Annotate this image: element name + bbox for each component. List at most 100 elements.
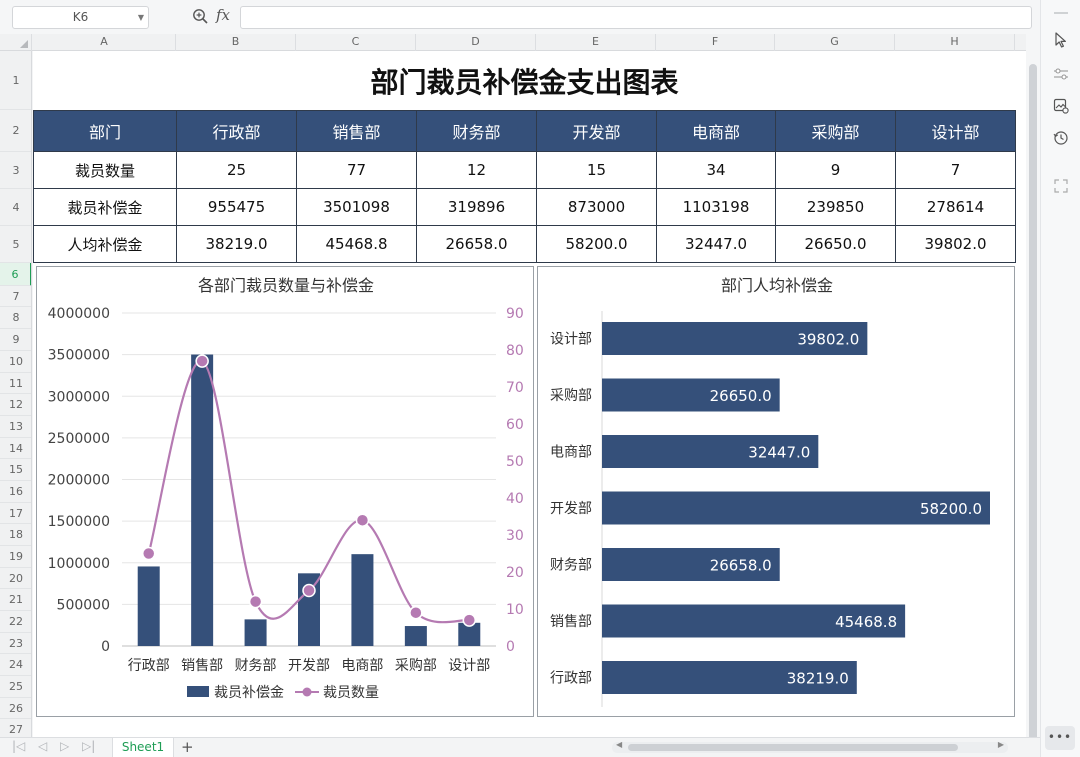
horizontal-scroll-thumb[interactable] — [628, 744, 958, 751]
row-header[interactable]: 15 — [0, 459, 31, 481]
scroll-left-icon[interactable]: ◀ — [616, 740, 622, 749]
history-icon[interactable] — [1053, 130, 1069, 146]
table-cell[interactable]: 319896 — [416, 188, 537, 226]
panel-handle-icon — [1054, 12, 1068, 14]
row-header[interactable]: 21 — [0, 589, 31, 611]
last-sheet-icon[interactable]: ▷| — [82, 739, 95, 753]
sheet-area[interactable]: 部门裁员补偿金支出图表 部门 行政部 销售部 财务部 开发部 电商部 采购部 设… — [33, 51, 1026, 737]
row-header[interactable]: 14 — [0, 438, 31, 459]
table-cell[interactable]: 39802.0 — [895, 225, 1016, 263]
column-header-b[interactable]: B — [176, 34, 296, 51]
row-header[interactable]: 3 — [0, 152, 31, 189]
table-header-cell[interactable]: 销售部 — [296, 110, 417, 152]
row-header[interactable]: 13 — [0, 416, 31, 438]
table-cell[interactable]: 裁员补偿金 — [33, 188, 177, 226]
table-cell[interactable]: 32447.0 — [656, 225, 776, 263]
table-cell[interactable]: 955475 — [176, 188, 297, 226]
table-cell[interactable]: 人均补偿金 — [33, 225, 177, 263]
table-cell[interactable]: 77 — [296, 151, 417, 189]
formula-input[interactable] — [240, 6, 1032, 29]
table-cell[interactable]: 1103198 — [656, 188, 776, 226]
row-header[interactable]: 8 — [0, 307, 31, 329]
image-settings-icon[interactable] — [1053, 98, 1069, 114]
row-header[interactable]: 20 — [0, 568, 31, 589]
row-header[interactable]: 12 — [0, 394, 31, 416]
name-box[interactable]: K6 ▼ — [12, 6, 149, 29]
table-cell[interactable]: 45468.8 — [296, 225, 417, 263]
first-sheet-icon[interactable]: |◁ — [12, 739, 25, 753]
cursor-icon[interactable] — [1053, 32, 1069, 48]
table-cell[interactable]: 9 — [775, 151, 896, 189]
table-cell[interactable]: 26650.0 — [775, 225, 896, 263]
table-cell[interactable]: 15 — [536, 151, 657, 189]
row-header[interactable]: 25 — [0, 676, 31, 698]
row-header[interactable]: 4 — [0, 189, 31, 226]
table-cell[interactable]: 25 — [176, 151, 297, 189]
vertical-scroll-thumb[interactable] — [1029, 64, 1037, 744]
zoom-icon[interactable] — [192, 8, 208, 24]
table-cell[interactable]: 873000 — [536, 188, 657, 226]
column-header-e[interactable]: E — [536, 34, 656, 51]
combo-chart[interactable]: 各部门裁员数量与补偿金 4000000 3500000 3000000 2500000… — [36, 266, 534, 717]
sliders-icon[interactable] — [1053, 66, 1069, 82]
row-header[interactable]: 6 — [0, 263, 31, 286]
table-cell[interactable]: 12 — [416, 151, 537, 189]
row-header[interactable]: 2 — [0, 110, 31, 152]
table-header-cell[interactable]: 采购部 — [775, 110, 896, 152]
row-header[interactable]: 24 — [0, 654, 31, 676]
vertical-scrollbar[interactable] — [1026, 34, 1040, 744]
table-header-cell[interactable]: 电商部 — [656, 110, 776, 152]
row-header[interactable]: 9 — [0, 329, 31, 351]
row-header[interactable]: 17 — [0, 503, 31, 524]
table-header-cell[interactable]: 设计部 — [895, 110, 1016, 152]
chevron-down-icon[interactable]: ▼ — [138, 7, 144, 28]
table-header-cell[interactable]: 财务部 — [416, 110, 537, 152]
next-sheet-icon[interactable]: ▷ — [60, 739, 69, 753]
table-cell[interactable]: 58200.0 — [536, 225, 657, 263]
select-all-corner[interactable] — [0, 34, 32, 51]
column-header-g[interactable]: G — [775, 34, 895, 51]
x-tick-label: 电商部 — [341, 658, 383, 674]
function-icon[interactable]: fx — [216, 6, 230, 24]
sheet-tab[interactable]: Sheet1 — [112, 738, 174, 757]
prev-sheet-icon[interactable]: ◁ — [38, 739, 47, 753]
row-header[interactable]: 1 — [0, 51, 31, 110]
row-header[interactable]: 23 — [0, 633, 31, 654]
y-tick-label: 1000000 — [48, 556, 110, 572]
column-header-h[interactable]: H — [895, 34, 1015, 51]
table-cell[interactable]: 38219.0 — [176, 225, 297, 263]
frame-icon[interactable] — [1053, 178, 1069, 194]
row-header[interactable]: 7 — [0, 286, 31, 307]
add-sheet-button[interactable]: + — [181, 738, 194, 756]
row-header[interactable]: 27 — [0, 719, 31, 737]
table-cell[interactable]: 裁员数量 — [33, 151, 177, 189]
data-table: 部门 行政部 销售部 财务部 开发部 电商部 采购部 设计部 裁员数量 25 7… — [33, 110, 1016, 263]
legend-swatch-point — [302, 687, 312, 697]
table-header-cell[interactable]: 部门 — [33, 110, 177, 152]
row-header[interactable]: 26 — [0, 698, 31, 719]
row-header[interactable]: 16 — [0, 481, 31, 503]
table-cell[interactable]: 3501098 — [296, 188, 417, 226]
sheet-title[interactable]: 部门裁员补偿金支出图表 — [33, 61, 1016, 101]
column-header-a[interactable]: A — [33, 34, 176, 51]
row-header[interactable]: 19 — [0, 546, 31, 568]
column-header-d[interactable]: D — [416, 34, 536, 51]
table-cell[interactable]: 26658.0 — [416, 225, 537, 263]
row-header[interactable]: 22 — [0, 611, 31, 633]
table-header-cell[interactable]: 行政部 — [176, 110, 297, 152]
more-button[interactable]: ••• — [1045, 726, 1075, 750]
table-cell[interactable]: 7 — [895, 151, 1016, 189]
table-cell[interactable]: 278614 — [895, 188, 1016, 226]
table-cell[interactable]: 34 — [656, 151, 776, 189]
table-header-cell[interactable]: 开发部 — [536, 110, 657, 152]
row-header[interactable]: 5 — [0, 226, 31, 263]
row-header[interactable]: 18 — [0, 524, 31, 546]
column-header-c[interactable]: C — [296, 34, 416, 51]
bar-chart[interactable]: 部门人均补偿金 设计部 39802.0 采购部 26650.0 电商部 32447.0 开发… — [537, 266, 1015, 717]
row-header[interactable]: 11 — [0, 373, 31, 394]
horizontal-scrollbar[interactable]: ◀ ▶ — [612, 740, 1008, 753]
row-header[interactable]: 10 — [0, 351, 31, 373]
table-cell[interactable]: 239850 — [775, 188, 896, 226]
scroll-right-icon[interactable]: ▶ — [998, 740, 1004, 749]
column-header-f[interactable]: F — [656, 34, 775, 51]
